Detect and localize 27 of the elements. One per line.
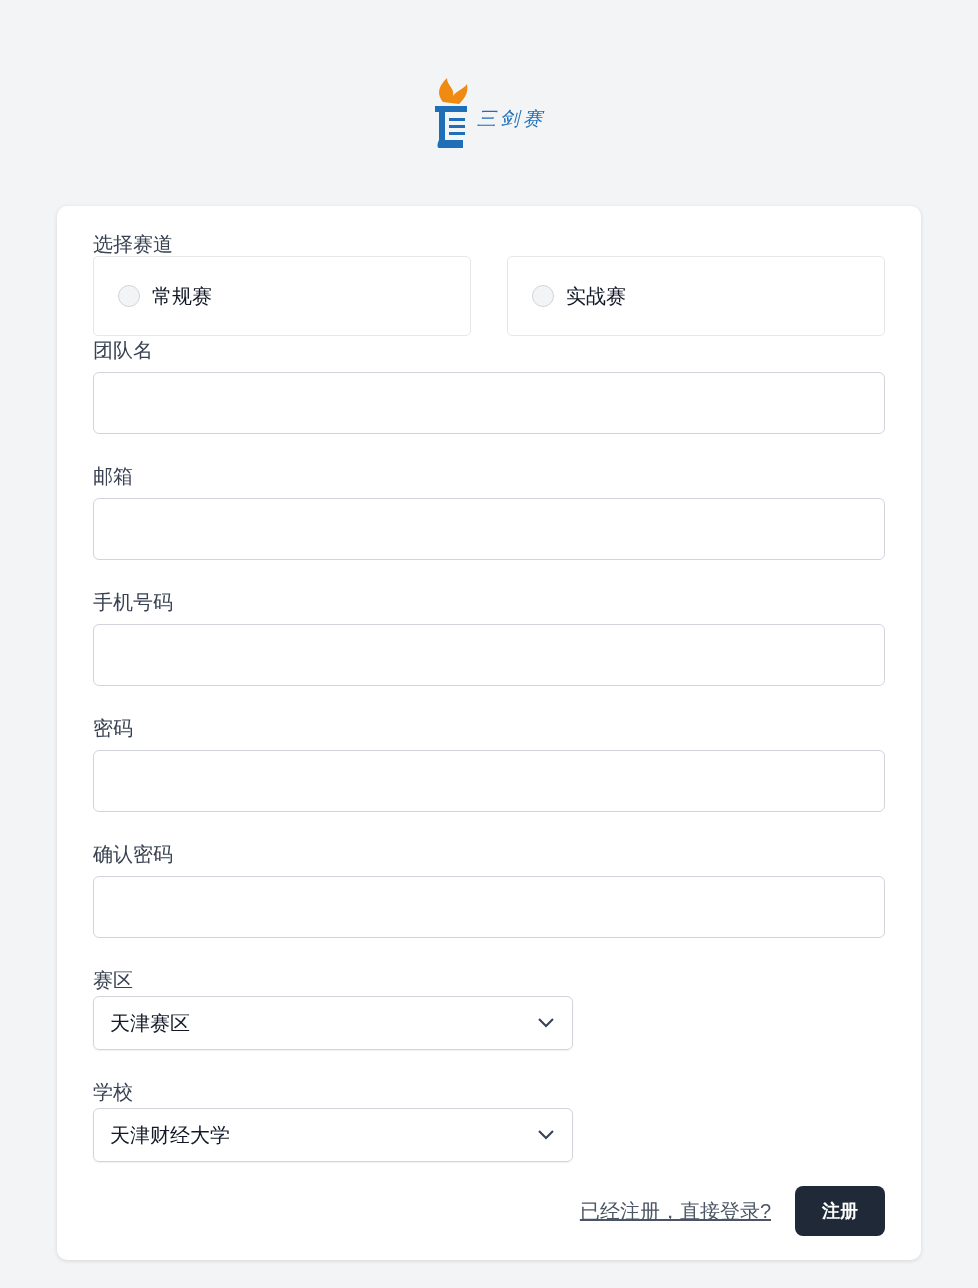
track-option[interactable]: 实战赛 [507,256,885,336]
torch-logo-icon [432,78,469,150]
track-option[interactable]: 常规赛 [93,256,471,336]
input-field[interactable] [93,750,885,812]
radio-icon[interactable] [532,285,554,307]
field-label: 赛区 [93,968,133,993]
option-label: 实战赛 [566,283,626,309]
chevron-down-icon [538,1130,554,1140]
input-field[interactable] [93,876,885,938]
field-label: 选择赛道 [93,232,173,257]
select-field[interactable]: 天津财经大学 [93,1108,573,1162]
field-label: 邮箱 [93,464,133,489]
field-label: 手机号码 [93,590,173,615]
login-link[interactable]: 已经注册，直接登录? [579,1197,771,1225]
chevron-down-icon [538,1018,554,1028]
register-button[interactable]: 注册 [795,1186,885,1236]
input-field[interactable] [93,624,885,686]
input-field[interactable] [93,372,885,434]
field-label: 确认密码 [93,842,173,867]
field-label: 学校 [93,1080,133,1105]
radio-icon[interactable] [118,285,140,307]
logo-text: 三剑赛 [476,107,546,131]
input-field[interactable] [93,498,885,560]
option-label: 常规赛 [152,283,212,309]
select-field[interactable]: 天津赛区 [93,996,573,1050]
field-label: 密码 [93,716,133,741]
field-label: 团队名 [93,338,153,363]
